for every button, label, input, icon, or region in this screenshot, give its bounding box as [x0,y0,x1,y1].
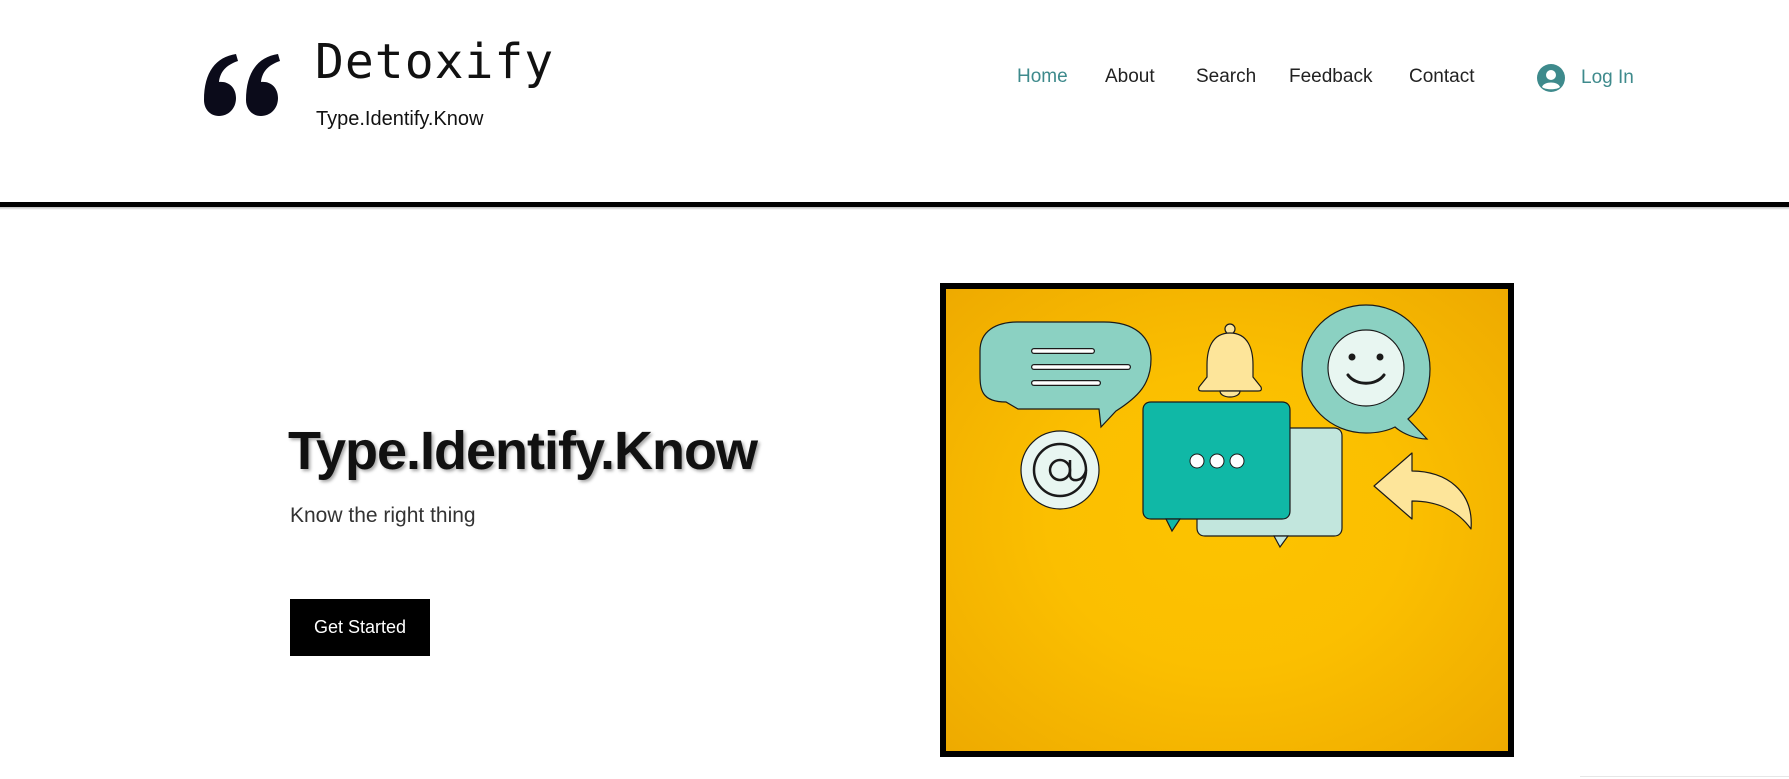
at-sign-icon [1020,430,1100,510]
user-avatar-icon [1537,64,1565,92]
login-label: Log In [1581,67,1634,88]
get-started-button[interactable]: Get Started [290,599,430,656]
footer-edge-line [1580,776,1789,777]
hero-illustration [940,283,1514,757]
nav-item-search[interactable]: Search [1196,66,1256,88]
nav-item-home[interactable]: Home [1017,66,1068,88]
hero-title: Type.Identify.Know [288,421,758,481]
login-button[interactable]: Log In [1537,62,1634,94]
nav-item-contact[interactable]: Contact [1409,66,1474,88]
nav-item-about[interactable]: About [1105,66,1155,88]
nav-item-feedback[interactable]: Feedback [1289,66,1372,88]
smiley-bubble-icon [1301,304,1431,440]
illustration-canvas [979,304,1472,549]
site-header: Detoxify Type.Identify.Know Home About S… [0,0,1789,200]
reply-arrow-icon [1373,452,1472,530]
typing-bubble-icon [1142,401,1343,549]
bell-icon [1198,323,1262,398]
hero-subtitle: Know the right thing [290,504,476,527]
main-nav: Home About Search Feedback Contact [0,66,1789,92]
chat-bubble-lines-icon [979,321,1152,429]
brand-tagline: Type.Identify.Know [316,108,484,130]
header-divider-shadow [0,207,1789,210]
